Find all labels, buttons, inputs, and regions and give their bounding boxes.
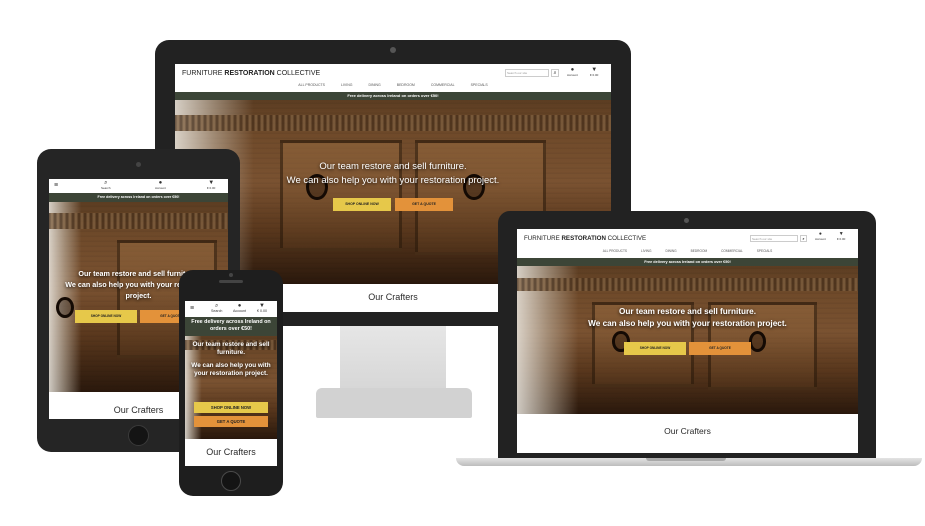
nav-item-dining[interactable]: Dining	[369, 83, 381, 91]
phone-header: ≡ ⌕ Search ● Account ▼ € 0.00	[185, 301, 277, 317]
hero-line-1: Our team restore and sell furniture.	[319, 161, 467, 172]
phone: ≡ ⌕ Search ● Account ▼ € 0.00 Free deliv…	[179, 270, 283, 496]
cart-total: € 0.00	[590, 73, 599, 77]
tablet-header: ≡ ⌕ Search ● Account ▼ € 0.00	[49, 179, 228, 193]
search-label: Search	[101, 186, 111, 190]
get-quote-button[interactable]: Get a quote	[194, 416, 268, 427]
hero-drawer-left	[279, 140, 402, 251]
hero-heading: Our team restore and sell furniture. We …	[517, 306, 858, 330]
hero-carving	[175, 114, 611, 132]
brand-logo[interactable]: FURNITURE RESTORATION COLLECTIVE	[524, 235, 646, 242]
site-header: FURNITURE RESTORATION COLLECTIVE Search …	[175, 64, 611, 82]
hero-line-2: We can also help you with your restorati…	[588, 319, 787, 328]
site-header: FURNITURE RESTORATION COLLECTIVE Search …	[517, 229, 858, 246]
nav-item-bedroom[interactable]: Bedroom	[691, 249, 707, 256]
nav-item-specials[interactable]: Specials	[757, 249, 773, 256]
brand-bold: RESTORATION	[561, 235, 606, 242]
phone-cart-link[interactable]: ▼ € 0.00	[257, 303, 267, 313]
hero-carving	[517, 277, 858, 292]
laptop-notch	[646, 458, 726, 461]
menu-icon[interactable]: ≡	[190, 305, 194, 312]
phone-speaker	[219, 280, 243, 283]
brand-suffix: COLLECTIVE	[605, 235, 647, 242]
shop-online-button[interactable]: Shop online now	[194, 402, 268, 413]
get-quote-button[interactable]: Get a quote	[689, 342, 751, 355]
nav-item-living[interactable]: Living	[341, 83, 352, 91]
brand-logo[interactable]: FURNITURE RESTORATION COLLECTIVE	[182, 70, 320, 77]
search-icon[interactable]: ⌕	[800, 235, 807, 242]
crafters-title: Our Crafters	[664, 426, 711, 436]
delivery-banner: Free delivery across Ireland on orders o…	[175, 92, 611, 100]
main-nav: All Products Living Dining Bedroom Comme…	[175, 83, 611, 91]
nav-item-commercial[interactable]: Commercial	[721, 249, 743, 256]
hero-heading: Our team restore and sell furniture. We …	[185, 341, 277, 378]
main-nav: All Products Living Dining Bedroom Comme…	[517, 249, 858, 256]
tablet-cart-link[interactable]: ▼ € 0.00	[207, 180, 215, 190]
hero-buttons: Shop online now Get a quote	[185, 402, 277, 427]
hero-line-1: Our team restore and sell furniture.	[192, 341, 270, 356]
phone-search-link[interactable]: ⌕ Search	[211, 303, 222, 313]
nav-item-specials[interactable]: Specials	[471, 83, 488, 91]
menu-icon[interactable]: ≡	[54, 182, 58, 189]
account-label: Account	[233, 309, 246, 313]
get-quote-button[interactable]: Get a quote	[395, 198, 453, 211]
hero-carving	[49, 213, 228, 229]
hero-line-1: Our team restore and sell furniture.	[619, 307, 756, 316]
shop-online-button[interactable]: Shop online now	[333, 198, 391, 211]
search-input[interactable]: Search our site	[750, 235, 798, 242]
delivery-banner: Free delivery across Ireland on orders o…	[49, 193, 228, 202]
hero-line-2: We can also help you with your restorati…	[191, 362, 271, 377]
hero-line-2: We can also help you with your restorati…	[286, 175, 500, 186]
phone-account-link[interactable]: ● Account	[233, 303, 246, 313]
hero-buttons: Shop online now Get a quote	[175, 198, 611, 211]
account-link[interactable]: ● Account	[815, 232, 826, 242]
cart-total: € 0.00	[837, 237, 846, 241]
laptop: FURNITURE RESTORATION COLLECTIVE Search …	[498, 211, 876, 460]
search-icon[interactable]: ⌕	[551, 69, 559, 77]
tablet-home-button[interactable]	[128, 425, 149, 446]
account-label: Account	[567, 73, 578, 77]
account-label: Account	[815, 237, 826, 241]
cart-total: € 0.00	[207, 186, 216, 190]
hero-buttons: Shop online now Get a quote	[517, 342, 858, 355]
shop-online-button[interactable]: Shop online now	[75, 310, 137, 323]
monitor-base	[316, 388, 472, 418]
brand-suffix: COLLECTIVE	[274, 70, 321, 77]
phone-screen: ≡ ⌕ Search ● Account ▼ € 0.00 Free deliv…	[185, 301, 277, 466]
nav-item-dining[interactable]: Dining	[665, 249, 676, 256]
cart-total: € 0.00	[257, 309, 267, 313]
search-input[interactable]: Search our site	[505, 69, 549, 77]
nav-item-living[interactable]: Living	[641, 249, 651, 256]
delivery-banner: Free delivery across Ireland on orders o…	[517, 258, 858, 266]
nav-item-all-products[interactable]: All Products	[603, 249, 627, 256]
cart-link[interactable]: ▼ € 0.00	[590, 67, 598, 77]
tablet-search-link[interactable]: ⌕ Search	[101, 180, 111, 190]
search-label: Search	[211, 309, 223, 313]
nav-item-commercial[interactable]: Commercial	[431, 83, 455, 91]
brand-prefix: FURNITURE	[524, 235, 562, 242]
crafters-title: Our Crafters	[206, 447, 256, 457]
tablet-camera	[136, 162, 141, 167]
shop-online-button[interactable]: Shop online now	[624, 342, 686, 355]
nav-item-all-products[interactable]: All Products	[298, 83, 325, 91]
account-link[interactable]: ● Account	[567, 67, 578, 77]
nav-item-bedroom[interactable]: Bedroom	[397, 83, 415, 91]
laptop-screen: FURNITURE RESTORATION COLLECTIVE Search …	[517, 229, 858, 453]
hero-heading: Our team restore and sell furniture. We …	[175, 160, 611, 188]
delivery-banner: Free delivery across Ireland on orders o…	[185, 317, 277, 336]
hero-section: Our team restore and sell furniture. We …	[517, 266, 858, 414]
brand-prefix: FURNITURE	[182, 70, 225, 77]
brand-bold: RESTORATION	[224, 70, 275, 77]
account-label: Account	[155, 186, 166, 190]
monitor-camera	[390, 47, 396, 53]
phone-home-button[interactable]	[221, 471, 241, 491]
monitor-neck	[340, 326, 446, 392]
cart-link[interactable]: ▼ € 0.00	[837, 232, 846, 242]
phone-camera	[229, 273, 233, 277]
tablet-account-link[interactable]: ● Account	[155, 180, 166, 190]
laptop-camera	[684, 218, 689, 223]
